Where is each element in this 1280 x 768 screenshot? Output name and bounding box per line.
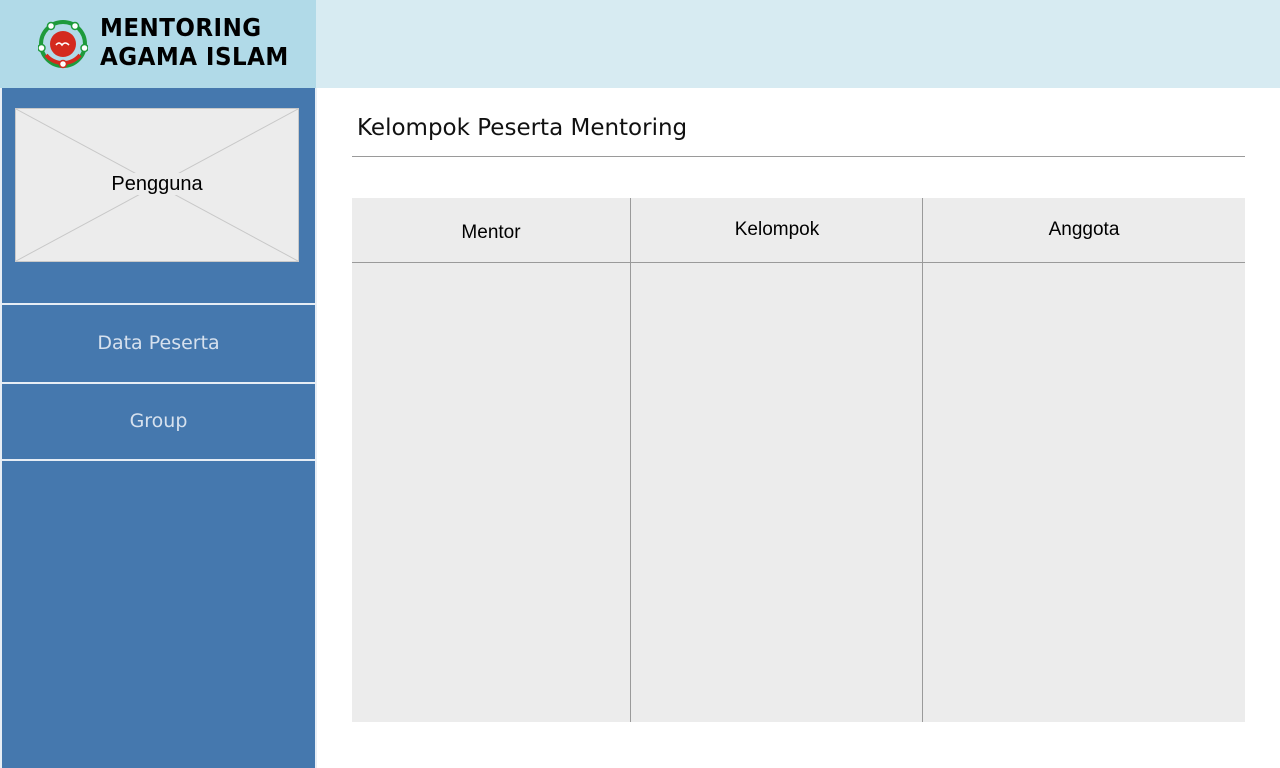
page-title: Kelompok Peserta Mentoring [357, 115, 688, 141]
brand-title: MENTORING AGAMA ISLAM [100, 13, 289, 71]
app-window: MENTORING AGAMA ISLAM Pengguna Data Pese… [0, 0, 1280, 768]
column-divider [630, 198, 631, 722]
brand-title-line1: MENTORING [100, 13, 262, 42]
brand-title-line2: AGAMA ISLAM [100, 42, 289, 71]
column-header-mentor[interactable]: Mentor [352, 198, 630, 262]
title-divider [352, 156, 1245, 157]
user-card[interactable]: Pengguna [15, 108, 299, 262]
sidebar-divider [2, 303, 315, 305]
column-divider [922, 198, 923, 722]
sidebar-item-group[interactable]: Group [2, 410, 315, 432]
sidebar-item-data-peserta[interactable]: Data Peserta [2, 332, 315, 354]
column-header-kelompok[interactable]: Kelompok [631, 198, 923, 262]
header-bar [316, 0, 1280, 88]
sidebar-divider [2, 459, 315, 461]
user-card-label: Pengguna [109, 173, 205, 195]
user-card-label-wrap: Pengguna [16, 173, 298, 196]
groups-table: Mentor Kelompok Anggota [352, 198, 1245, 722]
column-header-anggota[interactable]: Anggota [923, 198, 1245, 262]
table-header-divider [352, 262, 1245, 263]
sidebar: Pengguna Data Peserta Group [0, 88, 317, 768]
sidebar-divider [2, 382, 315, 384]
brand-panel: MENTORING AGAMA ISLAM [0, 0, 316, 88]
mentoring-logo-icon [38, 20, 88, 69]
